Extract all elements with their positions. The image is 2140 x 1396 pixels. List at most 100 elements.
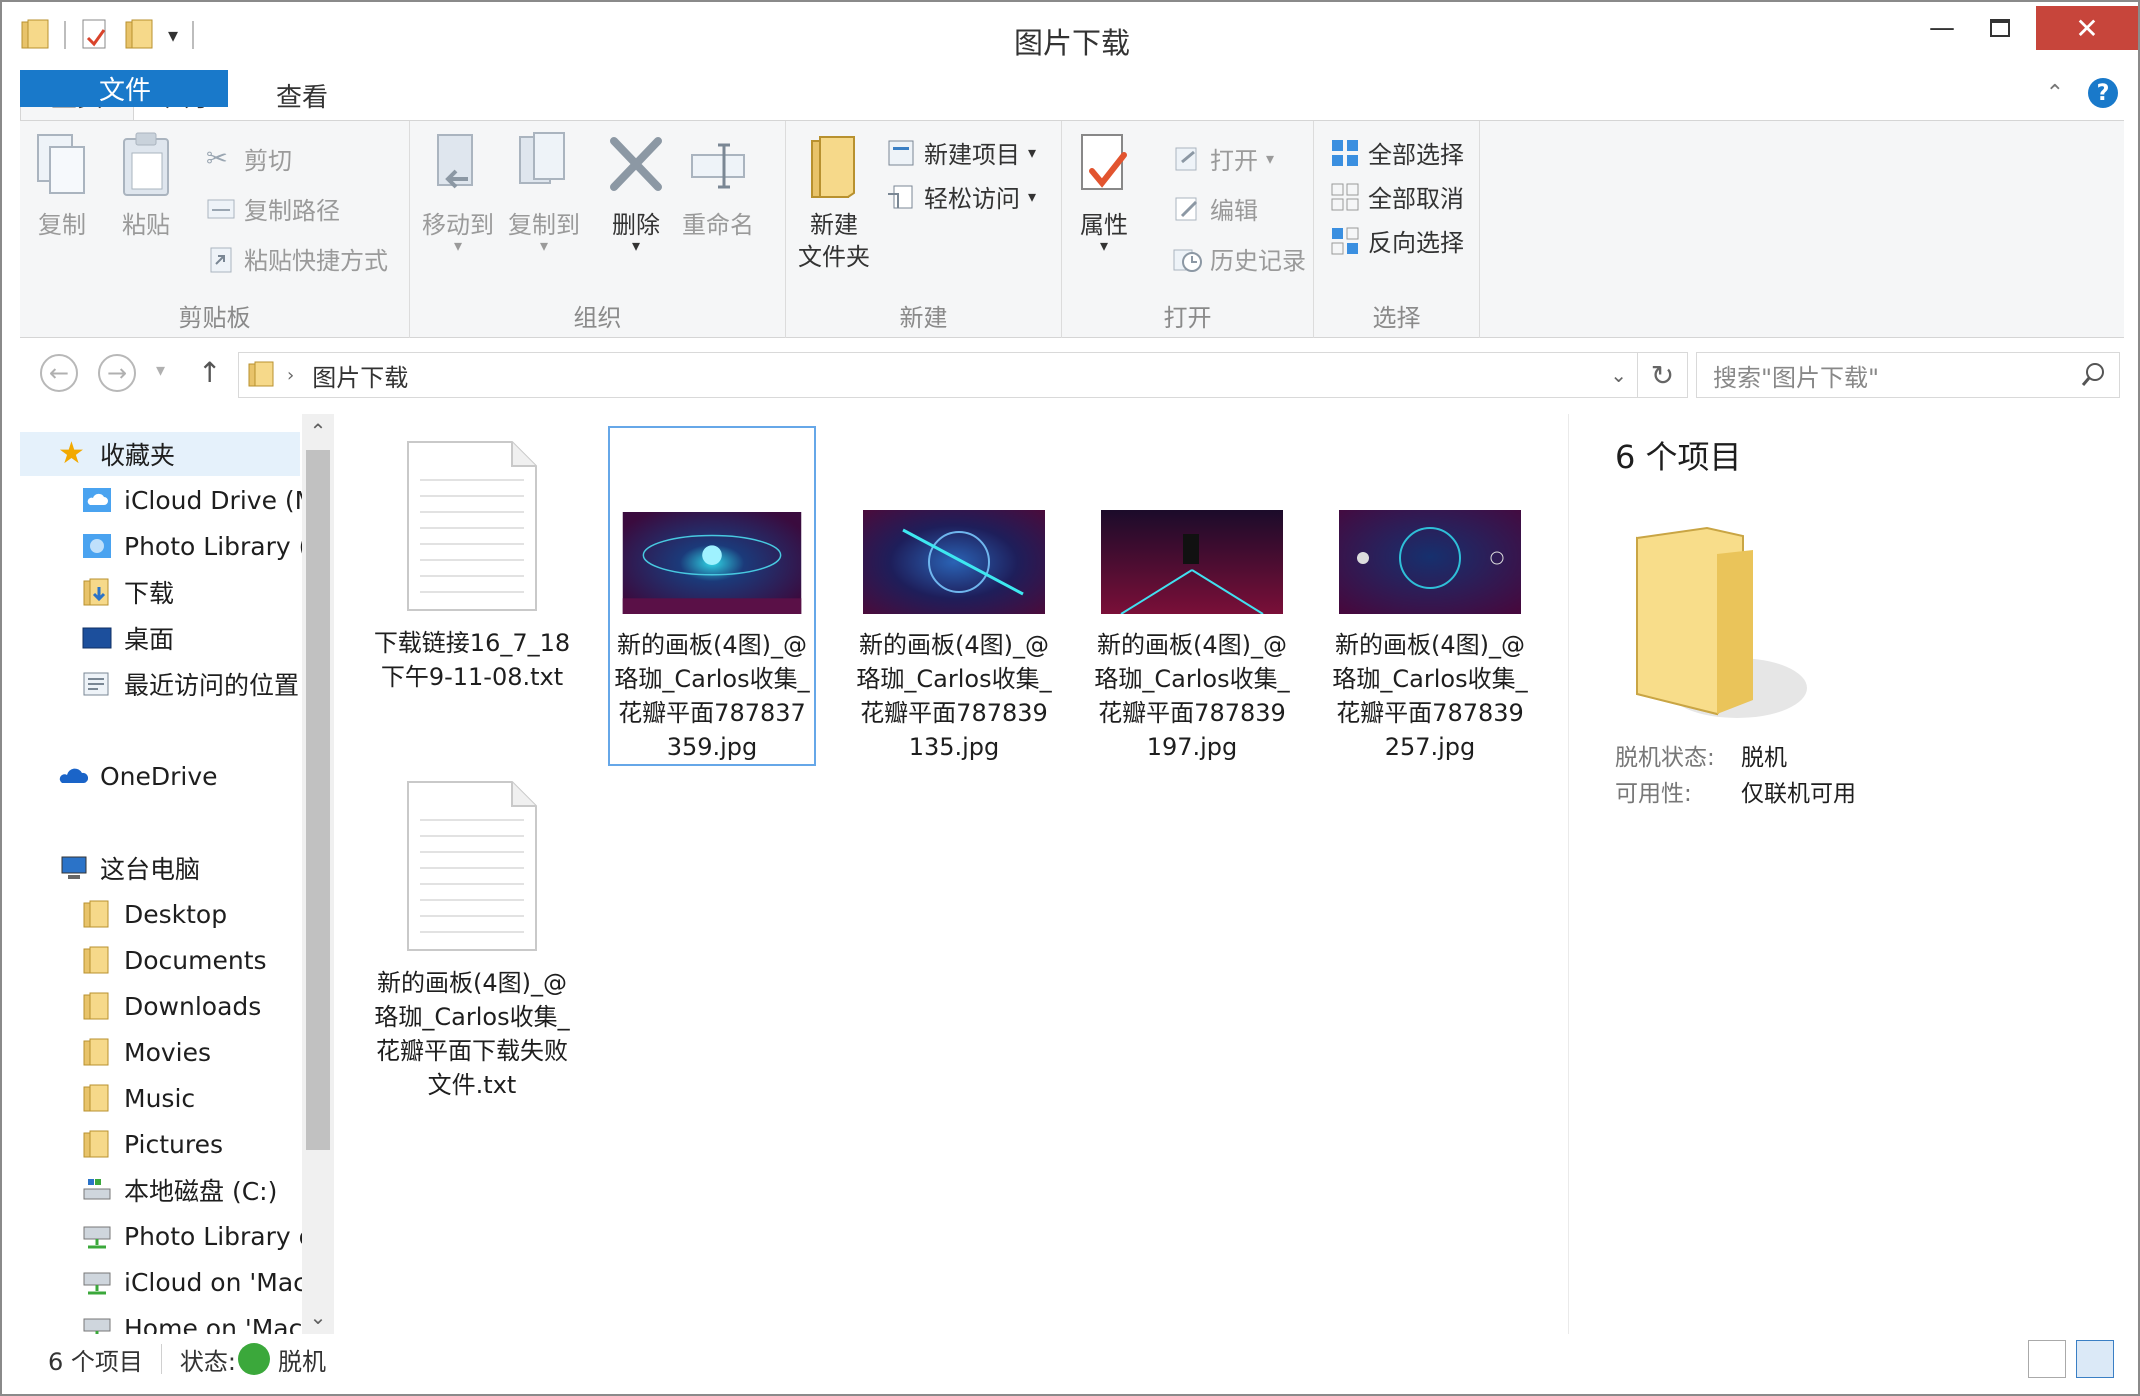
computer-icon [61, 856, 87, 879]
recent-locations-icon[interactable]: ▾ [156, 360, 165, 381]
move-to-icon [437, 134, 473, 189]
group-organize: 移动到 ▾ 复制到 ▾ 删除 ▾ 重命名 组织 [410, 121, 786, 339]
edit-pencil-icon [1175, 197, 1198, 220]
new-folder-button[interactable]: 新建 文件夹 [798, 131, 870, 273]
ribbon: 复制 粘贴 ✂ 剪切 复制路径 粘贴快捷方式 剪贴板 移动到 ▾ 复制到 ▾ 删… [20, 120, 2124, 339]
image-thumbnail [1101, 510, 1283, 614]
rename-button[interactable]: 重命名 [682, 131, 754, 241]
scroll-thumb[interactable] [306, 450, 330, 1150]
nav-pictures[interactable]: Pictures [20, 1122, 223, 1166]
select-none-button[interactable]: 全部取消 [1330, 179, 1464, 214]
edit-button[interactable]: 编辑 [1172, 191, 1258, 226]
dropdown-arrow-icon: ▾ [1099, 236, 1109, 255]
move-to-button[interactable]: 移动到 ▾ [422, 131, 494, 254]
network-drive-icon [83, 1318, 111, 1334]
scroll-down-icon[interactable]: ⌄ [302, 1302, 334, 1332]
properties-button[interactable]: 属性 ▾ [1074, 131, 1134, 255]
paste-button[interactable]: 粘贴 [116, 131, 176, 241]
nav-downloads-cn[interactable]: 下载 [20, 570, 174, 614]
tab-file[interactable]: 文件 [20, 70, 228, 107]
nav-documents[interactable]: Documents [20, 938, 267, 982]
nav-local-disk[interactable]: 本地磁盘 (C:) [20, 1168, 277, 1212]
minimize-button[interactable]: — [1912, 6, 1972, 50]
file-name: 新的画板(4图)_@珞珈_Carlos收集_花瓣平面787839197.jpg [1094, 631, 1290, 761]
nav-recent-places[interactable]: 最近访问的位置 [20, 662, 299, 706]
nav-this-pc[interactable]: 这台电脑 [20, 846, 200, 890]
maximize-icon [1990, 19, 2010, 37]
open-button[interactable]: 打开 ▾ [1172, 141, 1274, 176]
nav-home-network[interactable]: Home on 'Mac' [20, 1306, 309, 1334]
navigation-bar: ← → ▾ ↑ › 图片下载 ⌄ ↻ 搜索"图片下载" [20, 338, 2124, 410]
search-input[interactable]: 搜索"图片下载" [1696, 352, 2120, 398]
paste-shortcut-button[interactable]: 粘贴快捷方式 [206, 241, 388, 276]
new-item-button[interactable]: 新建项目 ▾ [886, 135, 1036, 170]
invert-selection-icon [1331, 227, 1359, 254]
address-dropdown-icon[interactable]: ⌄ [1610, 363, 1627, 387]
nav-desktop-cn[interactable]: 桌面 [20, 616, 174, 660]
file-item[interactable]: 新的画板(4图)_@珞珈_Carlos收集_花瓣平面787839135.jpg [850, 426, 1058, 764]
file-item[interactable]: 新的画板(4图)_@珞珈_Carlos收集_花瓣平面787839197.jpg [1088, 426, 1296, 764]
nav-scrollbar[interactable]: ⌃ ⌄ [302, 414, 334, 1334]
scissors-icon: ✂ [206, 143, 228, 174]
network-drive-icon [83, 1272, 111, 1295]
explorer-window: ▾ 图片下载 — ✕ 文件 主页 共享 查看 ⌃ ? 复制 粘贴 [0, 0, 2140, 1396]
copy-to-button[interactable]: 复制到 ▾ [508, 131, 580, 254]
nav-icloud-network[interactable]: iCloud on 'Mac [20, 1260, 307, 1304]
nav-onedrive[interactable]: OneDrive [20, 754, 218, 798]
nav-favorites[interactable]: ★ 收藏夹 [20, 432, 300, 476]
nav-movies[interactable]: Movies [20, 1030, 211, 1074]
scroll-up-icon[interactable]: ⌃ [302, 416, 334, 446]
collapse-ribbon-icon[interactable]: ⌃ [2046, 81, 2064, 106]
file-name: 新的画板(4图)_@珞珈_Carlos收集_花瓣平面下载失败文件.txt [374, 969, 570, 1099]
forward-button[interactable]: → [98, 354, 136, 392]
up-arrow-icon[interactable]: ↑ [198, 356, 221, 389]
status-state-value: 脱机 [278, 1347, 326, 1376]
nav-icloud-drive[interactable]: iCloud Drive (M [20, 478, 316, 522]
refresh-button[interactable]: ↻ [1638, 352, 1688, 398]
delete-button[interactable]: 删除 ▾ [606, 131, 666, 255]
nav-desktop[interactable]: Desktop [20, 892, 227, 936]
properties-check-icon [1081, 134, 1127, 190]
nav-photo-library[interactable]: Photo Library (I [20, 524, 316, 568]
details-pane: 6 个项目 脱机状态: 脱机 可用性: 仅联机可用 [1568, 414, 2124, 1334]
folder-icon [83, 1084, 109, 1112]
help-icon[interactable]: ? [2088, 78, 2118, 108]
back-button[interactable]: ← [40, 354, 78, 392]
nav-photo-library-network[interactable]: Photo Library o [20, 1214, 314, 1258]
breadcrumb-current[interactable]: 图片下载 [312, 358, 408, 393]
history-button[interactable]: 历史记录 [1172, 241, 1306, 276]
address-bar[interactable]: › 图片下载 ⌄ [238, 352, 1638, 398]
breadcrumb-chevron-icon: › [287, 364, 295, 386]
search-icon [2081, 363, 2104, 386]
nav-downloads[interactable]: Downloads [20, 984, 261, 1028]
group-open: 属性 ▾ 打开 ▾ 编辑 历史记录 打开 [1062, 121, 1314, 339]
recent-places-icon [83, 672, 109, 696]
file-item[interactable]: 新的画板(4图)_@珞珈_Carlos收集_花瓣平面787839257.jpg [1326, 426, 1534, 764]
file-item[interactable]: 下载链接16_7_18下午9-11-08.txt [368, 426, 576, 694]
dropdown-arrow-icon: ▾ [631, 236, 641, 255]
open-icon [1175, 147, 1197, 170]
file-item[interactable]: 新的画板(4图)_@珞珈_Carlos收集_花瓣平面787837359.jpg [608, 426, 816, 766]
maximize-button[interactable] [1970, 6, 2030, 50]
cut-button[interactable]: ✂ 剪切 [206, 141, 292, 176]
nav-music[interactable]: Music [20, 1076, 195, 1120]
group-label-open: 打开 [1163, 304, 1212, 332]
offline-status-value: 脱机 [1741, 745, 1787, 771]
large-icons-view-button[interactable] [2076, 1340, 2114, 1378]
folder-icon [83, 1038, 109, 1066]
copy-path-button[interactable]: 复制路径 [206, 191, 340, 226]
close-button[interactable]: ✕ [2036, 6, 2138, 50]
easy-access-button[interactable]: 轻松访问 ▾ [886, 179, 1036, 214]
network-drive-icon [83, 1226, 111, 1249]
copy-path-icon [207, 199, 235, 218]
details-view-button[interactable] [2028, 1340, 2066, 1378]
photo-library-icon [83, 534, 111, 558]
select-all-button[interactable]: 全部选择 [1330, 135, 1464, 170]
file-item[interactable]: 新的画板(4图)_@珞珈_Carlos收集_花瓣平面下载失败文件.txt [368, 766, 576, 1102]
tab-view[interactable]: 查看 [246, 70, 358, 120]
copy-button[interactable]: 复制 [32, 131, 92, 241]
history-icon [1173, 249, 1202, 272]
availability-value: 仅联机可用 [1741, 781, 1856, 807]
paste-shortcut-icon [210, 247, 232, 272]
invert-selection-button[interactable]: 反向选择 [1330, 223, 1464, 258]
